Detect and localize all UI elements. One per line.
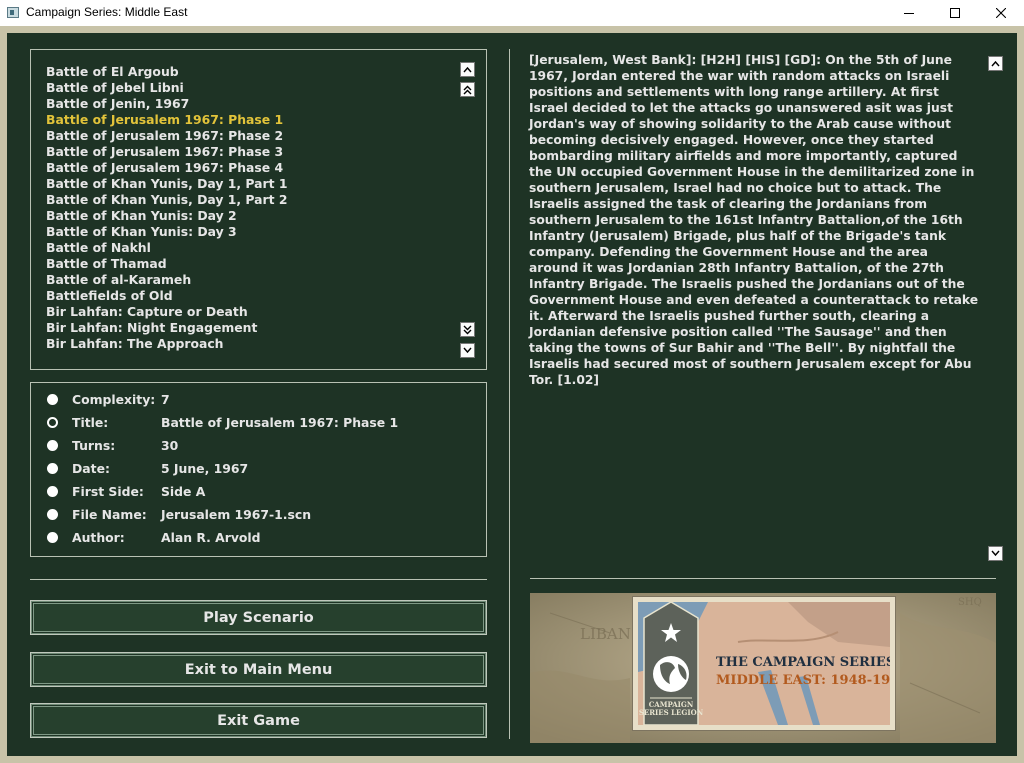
- right-divider: [530, 578, 996, 579]
- scenario-list-item[interactable]: Bir Lahfan: The Approach: [46, 336, 224, 352]
- scenario-list-item[interactable]: Battle of Jerusalem 1967: Phase 1: [46, 112, 283, 128]
- scenario-list-item[interactable]: Battle of El Argoub: [46, 64, 179, 80]
- info-radio-button[interactable]: [47, 394, 58, 405]
- exit-to-main-menu-button[interactable]: Exit to Main Menu: [30, 652, 487, 687]
- info-value: 30: [161, 438, 179, 453]
- close-button[interactable]: [978, 0, 1024, 26]
- scenario-list-item[interactable]: Bir Lahfan: Capture or Death: [46, 304, 248, 320]
- info-value: 7: [161, 392, 170, 407]
- scenario-description: [Jerusalem, West Bank]: [H2H] [HIS] [GD]…: [529, 53, 979, 387]
- info-label: File Name:: [72, 507, 147, 522]
- exit-to-main-menu-label: Exit to Main Menu: [184, 661, 333, 678]
- info-radio-button[interactable]: [47, 463, 58, 474]
- exit-game-button[interactable]: Exit Game: [30, 703, 487, 738]
- info-label: Author:: [72, 530, 125, 545]
- info-value: Side A: [161, 484, 206, 499]
- info-radio-button[interactable]: [47, 509, 58, 520]
- info-radio-button[interactable]: [47, 417, 58, 428]
- title-bar: Campaign Series: Middle East: [0, 0, 1024, 26]
- chevron-down-icon: [463, 347, 472, 354]
- scroll-bottom-button[interactable]: [460, 343, 475, 358]
- left-divider: [30, 579, 487, 580]
- maximize-button[interactable]: [932, 0, 978, 26]
- scenario-list-item[interactable]: Battle of Khan Yunis, Day 1, Part 1: [46, 176, 287, 192]
- info-radio-button[interactable]: [47, 532, 58, 543]
- scenario-list-item[interactable]: Battle of Thamad: [46, 256, 167, 272]
- chevron-up-icon: [991, 60, 1000, 67]
- info-radio-button[interactable]: [47, 486, 58, 497]
- banner-title-line2: MIDDLE EAST: 1948-1985: [716, 673, 890, 688]
- description-scroll-down-button[interactable]: [988, 546, 1003, 561]
- shield-text-line2: SERIES LEGION: [638, 708, 704, 717]
- info-label: Complexity:: [72, 392, 156, 407]
- maximize-icon: [950, 8, 960, 18]
- description-scroll-up-button[interactable]: [988, 56, 1003, 71]
- scenario-info: Complexity: 7 Title: Battle of Jerusalem 19…: [30, 382, 487, 557]
- info-value: Jerusalem 1967-1.scn: [161, 507, 312, 522]
- page-down-button[interactable]: [460, 322, 475, 337]
- close-icon: [996, 8, 1006, 18]
- scenario-list-item[interactable]: Battle of al-Karameh: [46, 272, 191, 288]
- scenario-list-item[interactable]: Bir Lahfan: Night Engagement: [46, 320, 257, 336]
- info-value: 5 June, 1967: [161, 461, 249, 476]
- scenario-list-item[interactable]: Battle of Jenin, 1967: [46, 96, 189, 112]
- scenario-list-item[interactable]: Battle of Khan Yunis: Day 2: [46, 208, 237, 224]
- scenario-list-item[interactable]: Battle of Khan Yunis: Day 3: [46, 224, 237, 240]
- map-label-shq: SHQ: [958, 597, 982, 608]
- scenario-list-item[interactable]: Battle of Jerusalem 1967: Phase 2: [46, 128, 283, 144]
- minimize-icon: [904, 13, 914, 14]
- play-scenario-button[interactable]: Play Scenario: [30, 600, 487, 635]
- exit-game-label: Exit Game: [217, 712, 300, 729]
- info-value: Battle of Jerusalem 1967: Phase 1: [161, 415, 399, 430]
- scenario-list-item[interactable]: Battlefields of Old: [46, 288, 173, 304]
- info-radio-button[interactable]: [47, 440, 58, 451]
- center-divider: [509, 49, 510, 739]
- scroll-top-button[interactable]: [460, 62, 475, 77]
- scenario-list-item[interactable]: Battle of Nakhl: [46, 240, 151, 256]
- logo-map: CAMPAIGN SERIES LEGION THE CAMPAIGN SERI…: [638, 602, 890, 725]
- info-label: Title:: [72, 415, 109, 430]
- info-label: Turns:: [72, 438, 116, 453]
- page-up-button[interactable]: [460, 82, 475, 97]
- app-icon: [7, 7, 19, 18]
- chevron-up-icon: [463, 66, 472, 73]
- banner-title-line1: THE CAMPAIGN SERIES: [716, 655, 890, 670]
- info-label: Date:: [72, 461, 110, 476]
- map-label-liban: LIBAN: [580, 625, 631, 643]
- double-chevron-up-icon: [463, 85, 472, 94]
- scenario-list-item[interactable]: Battle of Jerusalem 1967: Phase 4: [46, 160, 283, 176]
- scenario-list-item[interactable]: Battle of Jerusalem 1967: Phase 3: [46, 144, 283, 160]
- minimize-button[interactable]: [886, 0, 932, 26]
- play-scenario-label: Play Scenario: [203, 609, 314, 626]
- info-value: Alan R. Arvold: [161, 530, 261, 545]
- logo-card: CAMPAIGN SERIES LEGION THE CAMPAIGN SERI…: [632, 596, 896, 731]
- main-panel: Battle of El Argoub Battle of Jebel Libni…: [7, 33, 1017, 756]
- double-chevron-down-icon: [463, 325, 472, 334]
- campaign-series-banner: LIBAN SHQ CAMPAIGN SERIES LEGION THE CAM…: [530, 593, 996, 743]
- scenario-list[interactable]: Battle of El Argoub Battle of Jebel Libni…: [30, 49, 487, 370]
- scenario-list-item[interactable]: Battle of Khan Yunis, Day 1, Part 2: [46, 192, 287, 208]
- info-label: First Side:: [72, 484, 144, 499]
- scenario-list-item[interactable]: Battle of Jebel Libni: [46, 80, 184, 96]
- window-title: Campaign Series: Middle East: [26, 5, 188, 19]
- chevron-down-icon: [991, 550, 1000, 557]
